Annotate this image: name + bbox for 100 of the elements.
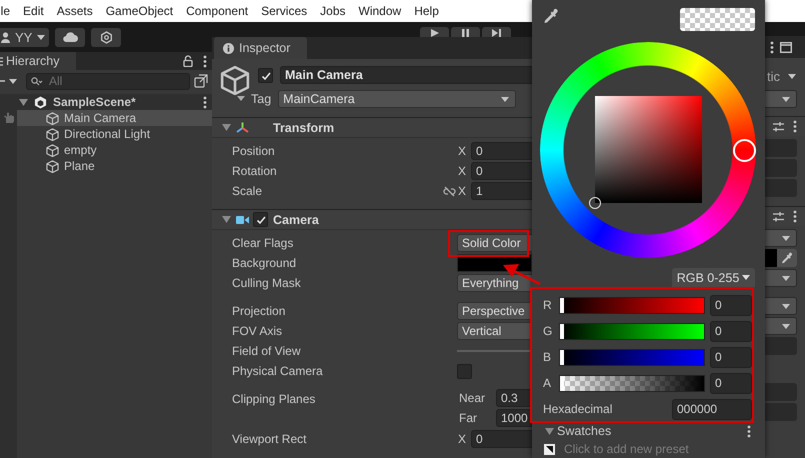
tree-item[interactable]: empty xyxy=(17,142,212,158)
property-label: Rotation xyxy=(232,164,278,178)
layer-dropdown[interactable] xyxy=(765,90,797,108)
menu-item[interactable]: Component xyxy=(186,4,248,18)
tree-item[interactable]: Main Camera xyxy=(17,110,212,126)
menu-item[interactable]: Assets xyxy=(56,4,93,18)
more-icon[interactable] xyxy=(793,120,797,133)
channel-label: R xyxy=(543,298,553,312)
checkbox[interactable] xyxy=(457,364,472,378)
dropdown[interactable]: Solid Color xyxy=(457,234,532,252)
number-field[interactable] xyxy=(765,337,797,355)
more-icon[interactable] xyxy=(203,96,207,108)
more-icon[interactable] xyxy=(793,210,797,223)
sliders-icon[interactable] xyxy=(773,212,784,222)
component-title[interactable]: Transform xyxy=(273,120,334,134)
menu-item[interactable]: Jobs xyxy=(320,4,346,18)
channel-slider[interactable] xyxy=(559,296,705,314)
tree-item[interactable]: Directional Light xyxy=(17,126,212,142)
slider-handle[interactable] xyxy=(560,324,564,338)
mode-dropdown[interactable]: RGB 0-255 xyxy=(672,268,755,287)
tag-dropdown[interactable]: MainCamera xyxy=(278,90,516,108)
caret-icon xyxy=(782,276,790,280)
dropdown[interactable] xyxy=(765,297,797,315)
pause-icon xyxy=(462,29,469,37)
dropdown[interactable]: Everything xyxy=(457,274,532,292)
lock-icon[interactable] xyxy=(183,55,193,67)
number-field[interactable] xyxy=(765,403,797,421)
tree-item[interactable]: Plane xyxy=(17,158,212,174)
name-field[interactable]: Main Camera xyxy=(280,66,532,84)
unlinked-icon[interactable] xyxy=(443,186,456,196)
search-field[interactable]: All xyxy=(26,72,190,90)
sliders-icon[interactable] xyxy=(773,122,784,132)
axis-label: X xyxy=(458,432,468,446)
number-field[interactable] xyxy=(765,139,797,157)
number-field[interactable] xyxy=(765,383,797,401)
caret-icon xyxy=(782,96,790,102)
hierarchy-tab[interactable]: Hierarchy xyxy=(0,52,76,70)
slider-handle[interactable] xyxy=(560,350,564,364)
dropdown[interactable] xyxy=(765,229,797,247)
menu-item[interactable]: Help xyxy=(414,4,439,18)
number-field[interactable]: 0 xyxy=(710,346,752,368)
menu-item[interactable]: Window xyxy=(358,4,402,18)
dropdown[interactable] xyxy=(765,317,797,335)
settings-button[interactable] xyxy=(91,28,121,46)
checkbox[interactable] xyxy=(258,68,273,82)
step-button[interactable] xyxy=(482,27,511,37)
expanded-arrow-icon[interactable] xyxy=(222,215,231,224)
slider-handle[interactable] xyxy=(560,376,564,390)
play-button[interactable] xyxy=(420,27,449,37)
preset-icon[interactable] xyxy=(544,444,555,454)
component-title[interactable]: Camera xyxy=(273,212,319,226)
more-icon[interactable] xyxy=(203,54,207,68)
number-field[interactable] xyxy=(765,179,797,197)
hex-field[interactable]: 000000 xyxy=(672,398,752,420)
eyedropper-icon[interactable] xyxy=(543,8,559,24)
eyedropper-icon[interactable] xyxy=(781,252,793,264)
number-field[interactable]: 0 xyxy=(710,372,752,394)
number-field[interactable]: 0 xyxy=(471,142,532,160)
more-icon[interactable] xyxy=(747,424,751,438)
number-field[interactable]: 1 xyxy=(471,182,532,200)
saturation-value-square[interactable] xyxy=(595,96,702,203)
channel-slider[interactable] xyxy=(559,374,705,392)
expanded-arrow-icon[interactable] xyxy=(19,98,28,106)
static-dropdown[interactable]: tic xyxy=(767,68,803,84)
channel-slider[interactable] xyxy=(559,348,705,366)
number-field[interactable]: 0 xyxy=(710,320,752,342)
hand-icon[interactable] xyxy=(2,112,14,124)
color-handle[interactable] xyxy=(589,197,601,209)
number-field[interactable]: 0 xyxy=(471,162,532,180)
cloud-button[interactable] xyxy=(55,28,85,46)
expanded-arrow-icon[interactable] xyxy=(545,426,554,436)
pop-out-icon[interactable] xyxy=(194,74,208,88)
number-field[interactable] xyxy=(765,159,797,177)
dropdown[interactable]: Vertical xyxy=(457,322,532,340)
menu-item[interactable]: ile xyxy=(0,4,10,18)
number-field[interactable]: 0 xyxy=(471,430,532,448)
field-label: Far xyxy=(458,411,478,425)
pause-button[interactable] xyxy=(451,27,480,37)
account-button[interactable]: YY xyxy=(0,28,49,46)
menu-item[interactable]: Services xyxy=(261,4,308,18)
number-field[interactable]: 0.3 xyxy=(496,389,532,407)
more-icon[interactable] xyxy=(770,40,774,54)
number-field[interactable]: 0 xyxy=(710,294,752,316)
inspector-tab[interactable]: Inspector xyxy=(214,37,307,59)
menu-item[interactable]: GameObject xyxy=(106,4,174,18)
dropdown[interactable]: Perspective xyxy=(457,302,532,320)
channel-label: G xyxy=(543,324,554,338)
swatches-title[interactable]: Swatches xyxy=(557,424,744,438)
dropdown[interactable] xyxy=(765,269,797,287)
channel-slider[interactable] xyxy=(559,322,705,340)
axis-label: X xyxy=(458,164,468,178)
cube-icon xyxy=(46,128,59,140)
hue-handle[interactable] xyxy=(733,138,756,162)
menu-item[interactable]: Edit xyxy=(23,4,44,18)
maximize-icon[interactable] xyxy=(780,42,792,52)
checkbox[interactable] xyxy=(253,212,268,227)
color-field[interactable] xyxy=(765,249,777,267)
expanded-arrow-icon[interactable] xyxy=(222,123,231,132)
number-field[interactable]: 1000 xyxy=(496,409,532,427)
slider-handle[interactable] xyxy=(560,298,564,312)
